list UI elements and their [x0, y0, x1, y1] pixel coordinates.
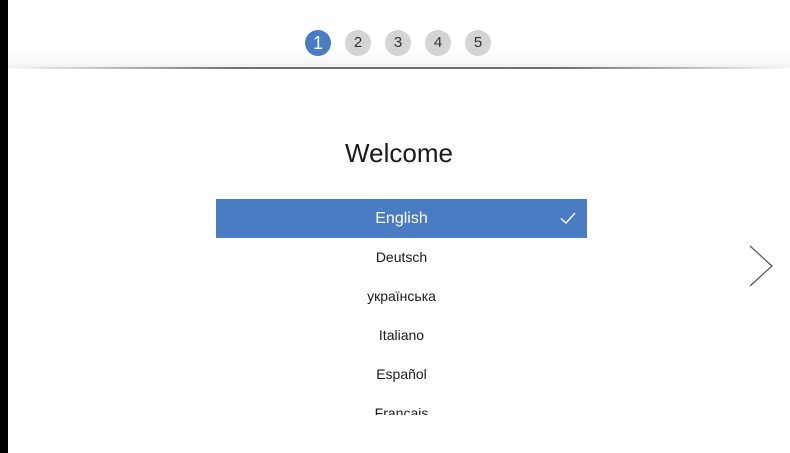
language-label: українська	[367, 288, 436, 304]
step-1: 1	[305, 30, 331, 56]
language-option-english[interactable]: English	[216, 199, 587, 238]
checkmark-icon	[560, 212, 576, 224]
language-option-espanol[interactable]: Español	[216, 355, 587, 394]
chevron-right-icon[interactable]	[746, 244, 776, 288]
step-3: 3	[385, 30, 411, 56]
step-5: 5	[465, 30, 491, 56]
page-title: Welcome	[345, 138, 453, 168]
language-label: English	[375, 210, 428, 227]
language-list[interactable]: English Deutsch українська Italiano Espa…	[216, 199, 587, 415]
language-label: Italiano	[378, 327, 425, 343]
step-indicator: 1 2 3 4 5	[305, 30, 505, 56]
language-label: Deutsch	[375, 249, 428, 265]
header-divider	[8, 67, 790, 69]
language-option-ukrainian[interactable]: українська	[216, 277, 587, 316]
language-label: Français	[374, 405, 429, 415]
step-2: 2	[345, 30, 371, 56]
step-indicator-bar: 1 2 3 4 5	[8, 0, 790, 68]
language-option-deutsch[interactable]: Deutsch	[216, 238, 587, 277]
step-4: 4	[425, 30, 451, 56]
setup-screen: 1 2 3 4 5 Welcome English Deutsch україн…	[8, 0, 790, 453]
language-option-francais[interactable]: Français	[216, 394, 587, 415]
language-label: Español	[376, 366, 427, 382]
language-option-italiano[interactable]: Italiano	[216, 316, 587, 355]
